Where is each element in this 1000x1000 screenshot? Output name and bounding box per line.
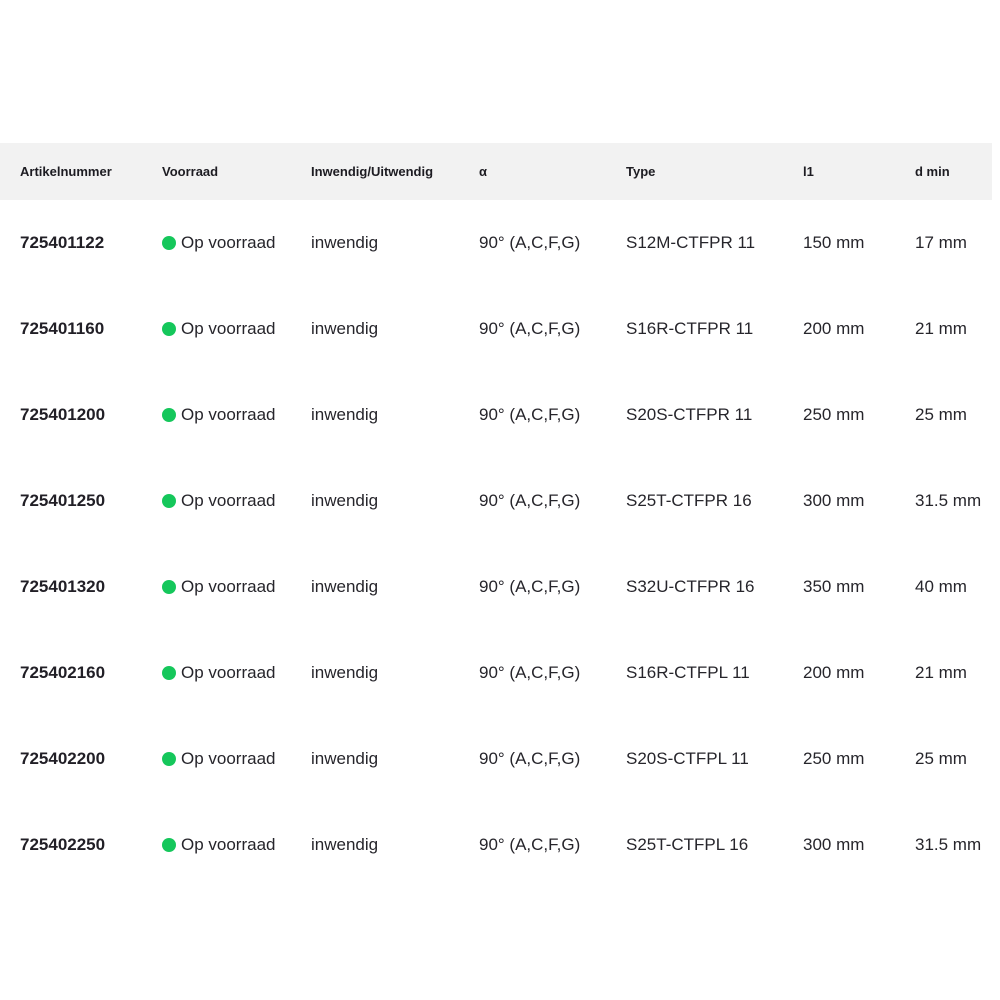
in-stock-dot-icon [162,838,176,852]
cell-type: S25T-CTFPL 16 [626,835,803,855]
product-table: Artikelnummer Voorraad Inwendig/Uitwendi… [0,143,992,888]
cell-voorraad: Op voorraad [162,491,311,511]
in-stock-dot-icon [162,236,176,250]
column-header-alpha: α [479,164,626,179]
table-row[interactable]: 725402250 Op voorraad inwendig 90° (A,C,… [0,802,992,888]
cell-artikelnummer: 725402200 [0,749,162,769]
cell-artikelnummer: 725401320 [0,577,162,597]
cell-artikelnummer: 725401200 [0,405,162,425]
cell-l1: 200 mm [803,319,915,339]
cell-alpha: 90° (A,C,F,G) [479,491,626,511]
cell-voorraad: Op voorraad [162,835,311,855]
cell-inwendig-uitwendig: inwendig [311,491,479,511]
table-row[interactable]: 725402160 Op voorraad inwendig 90° (A,C,… [0,630,992,716]
cell-voorraad: Op voorraad [162,233,311,253]
table-row[interactable]: 725401250 Op voorraad inwendig 90° (A,C,… [0,458,992,544]
cell-inwendig-uitwendig: inwendig [311,319,479,339]
cell-type: S16R-CTFPR 11 [626,319,803,339]
cell-l1: 250 mm [803,749,915,769]
stock-status-label: Op voorraad [181,749,276,769]
cell-type: S32U-CTFPR 16 [626,577,803,597]
column-header-artikelnummer: Artikelnummer [0,164,162,179]
table-body: 725401122 Op voorraad inwendig 90° (A,C,… [0,200,992,888]
cell-alpha: 90° (A,C,F,G) [479,233,626,253]
stock-status-label: Op voorraad [181,405,276,425]
stock-status-label: Op voorraad [181,663,276,683]
table-row[interactable]: 725402200 Op voorraad inwendig 90° (A,C,… [0,716,992,802]
cell-alpha: 90° (A,C,F,G) [479,405,626,425]
cell-inwendig-uitwendig: inwendig [311,233,479,253]
table-row[interactable]: 725401200 Op voorraad inwendig 90° (A,C,… [0,372,992,458]
column-header-voorraad: Voorraad [162,164,311,179]
cell-type: S20S-CTFPL 11 [626,749,803,769]
in-stock-dot-icon [162,666,176,680]
table-header-row: Artikelnummer Voorraad Inwendig/Uitwendi… [0,143,992,200]
stock-status-label: Op voorraad [181,319,276,339]
cell-l1: 300 mm [803,491,915,511]
cell-voorraad: Op voorraad [162,663,311,683]
cell-voorraad: Op voorraad [162,749,311,769]
cell-l1: 150 mm [803,233,915,253]
cell-alpha: 90° (A,C,F,G) [479,577,626,597]
cell-artikelnummer: 725401122 [0,233,162,253]
cell-artikelnummer: 725402160 [0,663,162,683]
cell-type: S25T-CTFPR 16 [626,491,803,511]
cell-d-min: 21 mm [915,663,992,683]
cell-d-min: 21 mm [915,319,992,339]
cell-l1: 350 mm [803,577,915,597]
stock-status-label: Op voorraad [181,491,276,511]
cell-inwendig-uitwendig: inwendig [311,835,479,855]
cell-alpha: 90° (A,C,F,G) [479,835,626,855]
in-stock-dot-icon [162,580,176,594]
cell-d-min: 25 mm [915,749,992,769]
cell-d-min: 31.5 mm [915,491,992,511]
cell-l1: 250 mm [803,405,915,425]
cell-l1: 200 mm [803,663,915,683]
stock-status-label: Op voorraad [181,835,276,855]
in-stock-dot-icon [162,322,176,336]
cell-inwendig-uitwendig: inwendig [311,749,479,769]
column-header-d-min: d min [915,164,992,179]
cell-artikelnummer: 725402250 [0,835,162,855]
table-row[interactable]: 725401320 Op voorraad inwendig 90° (A,C,… [0,544,992,630]
column-header-l1: l1 [803,164,915,179]
cell-alpha: 90° (A,C,F,G) [479,319,626,339]
in-stock-dot-icon [162,408,176,422]
stock-status-label: Op voorraad [181,233,276,253]
table-row[interactable]: 725401160 Op voorraad inwendig 90° (A,C,… [0,286,992,372]
cell-type: S20S-CTFPR 11 [626,405,803,425]
cell-alpha: 90° (A,C,F,G) [479,749,626,769]
column-header-inwendig-uitwendig: Inwendig/Uitwendig [311,164,479,179]
cell-type: S12M-CTFPR 11 [626,233,803,253]
cell-voorraad: Op voorraad [162,319,311,339]
cell-alpha: 90° (A,C,F,G) [479,663,626,683]
cell-d-min: 31.5 mm [915,835,992,855]
stock-status-label: Op voorraad [181,577,276,597]
cell-inwendig-uitwendig: inwendig [311,663,479,683]
in-stock-dot-icon [162,752,176,766]
cell-inwendig-uitwendig: inwendig [311,405,479,425]
cell-artikelnummer: 725401250 [0,491,162,511]
cell-voorraad: Op voorraad [162,405,311,425]
cell-d-min: 25 mm [915,405,992,425]
table-row[interactable]: 725401122 Op voorraad inwendig 90° (A,C,… [0,200,992,286]
cell-d-min: 17 mm [915,233,992,253]
cell-inwendig-uitwendig: inwendig [311,577,479,597]
cell-voorraad: Op voorraad [162,577,311,597]
cell-d-min: 40 mm [915,577,992,597]
cell-type: S16R-CTFPL 11 [626,663,803,683]
in-stock-dot-icon [162,494,176,508]
cell-l1: 300 mm [803,835,915,855]
column-header-type: Type [626,164,803,179]
cell-artikelnummer: 725401160 [0,319,162,339]
